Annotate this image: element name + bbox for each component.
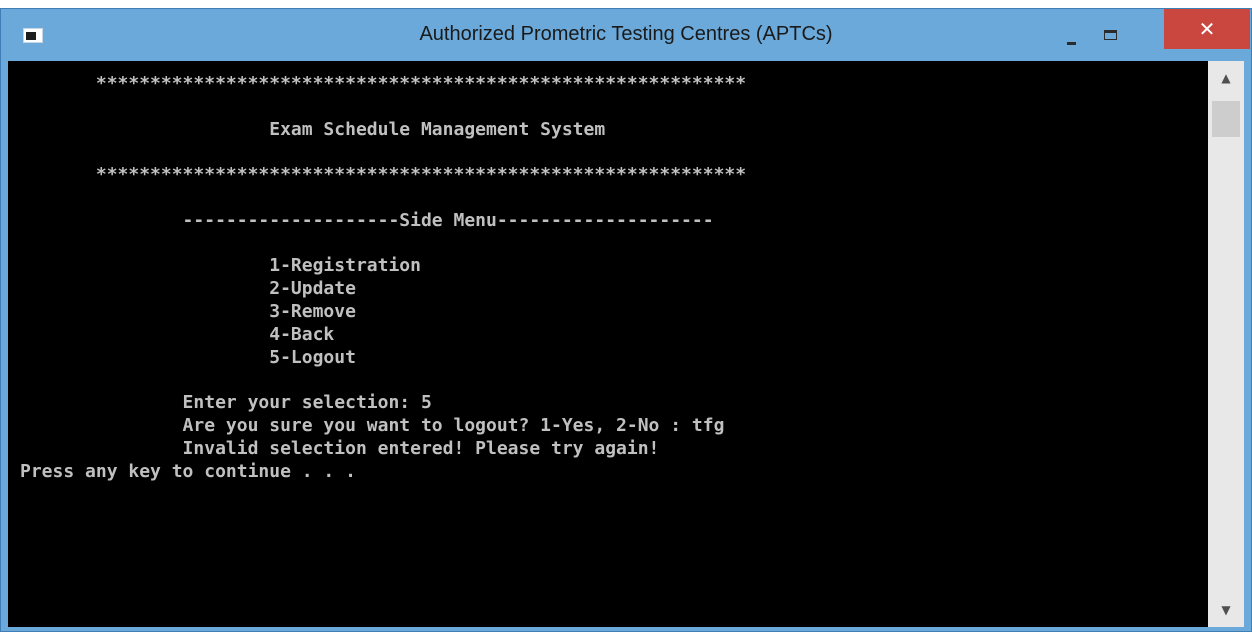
- console-line: --------------------Side Menu-----------…: [20, 209, 714, 231]
- console-line: Invalid selection entered! Please try ag…: [20, 437, 660, 459]
- console-window: Authorized Prometric Testing Centres (AP…: [0, 8, 1252, 632]
- maximize-button[interactable]: [1091, 17, 1129, 49]
- console-line: Press any key to continue . . .: [20, 460, 356, 482]
- console-line: 3-Remove: [20, 300, 356, 322]
- minimize-button[interactable]: [1052, 17, 1090, 49]
- console-line: ****************************************…: [20, 73, 747, 94]
- console-line: Exam Schedule Management System: [20, 118, 606, 140]
- console-text: ****************************************…: [20, 73, 746, 483]
- console-line: 5-Logout: [20, 346, 356, 368]
- console-output-area[interactable]: ****************************************…: [8, 61, 1208, 627]
- console-line: Enter your selection: 5: [20, 392, 432, 414]
- console-line: 1-Registration: [20, 255, 421, 277]
- scroll-down-button[interactable]: ▼: [1208, 593, 1244, 627]
- scroll-up-button[interactable]: ▲: [1208, 61, 1244, 95]
- console-line: ****************************************…: [20, 164, 747, 186]
- close-button[interactable]: ✕: [1164, 9, 1250, 49]
- background-page-strip: [0, 0, 1252, 8]
- title-bar[interactable]: Authorized Prometric Testing Centres (AP…: [1, 9, 1251, 61]
- chevron-down-icon: ▼: [1221, 603, 1231, 617]
- close-icon: ✕: [1198, 17, 1216, 41]
- console-line: 2-Update: [20, 278, 356, 300]
- chevron-up-icon: ▲: [1221, 71, 1231, 85]
- console-line: 4-Back: [20, 323, 335, 345]
- scroll-thumb[interactable]: [1212, 101, 1240, 137]
- vertical-scrollbar[interactable]: ▲ ▼: [1208, 61, 1244, 627]
- console-line: Are you sure you want to logout? 1-Yes, …: [20, 414, 725, 436]
